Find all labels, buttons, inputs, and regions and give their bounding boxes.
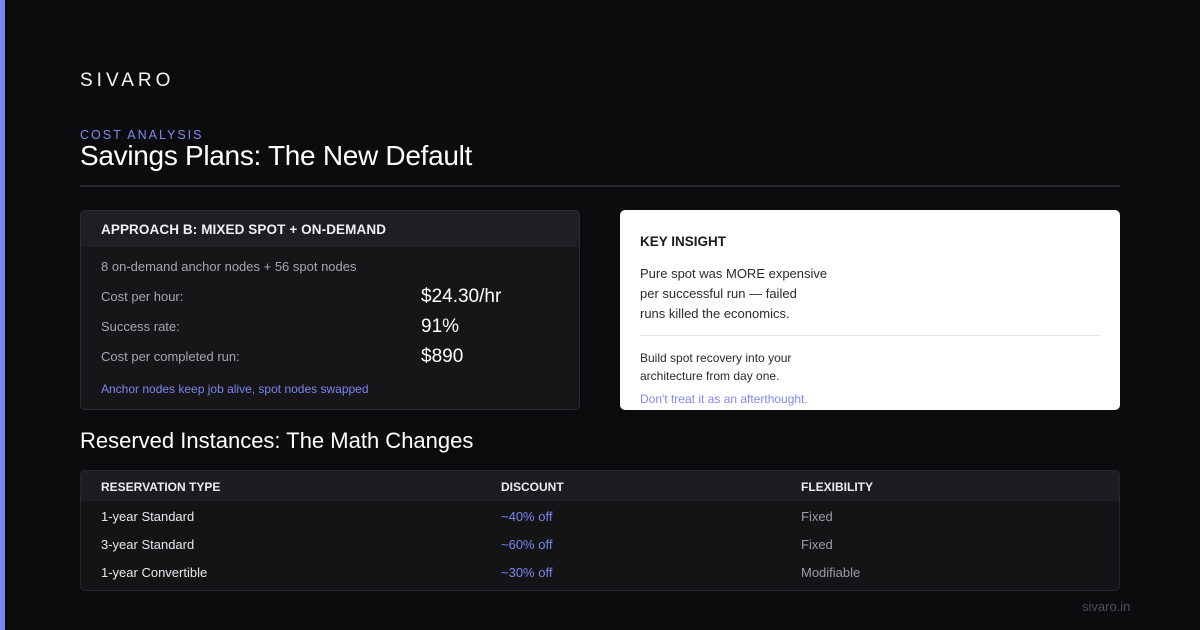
title-divider (80, 185, 1120, 187)
brand-logo: SIVARO (80, 70, 175, 91)
insight-recommendation: Build spot recovery into your architectu… (640, 349, 840, 385)
page-title: Savings Plans: The New Default (80, 140, 473, 171)
cell-flexibility: Fixed (801, 537, 833, 552)
insight-title: KEY INSIGHT (640, 234, 727, 249)
metric-label: Cost per hour: (101, 289, 184, 304)
column-header-discount: DISCOUNT (501, 480, 564, 494)
insight-body-line: Pure spot was MORE expensive (640, 266, 828, 281)
cell-reservation-type: 1-year Standard (101, 509, 195, 524)
metric-value: $890 (421, 346, 464, 367)
insight-body-line: per successful run — failed (640, 286, 797, 301)
insight-body-line: runs killed the economics. (640, 306, 790, 321)
table-row: 3-year Standard ~60% off Fixed (81, 529, 1119, 557)
metric-label: Cost per completed run: (101, 349, 240, 364)
column-header-flexibility: FLEXIBILITY (801, 480, 873, 494)
key-insight-card: KEY INSIGHT Pure spot was MORE expensive… (620, 210, 1120, 410)
metric-value: $24.30/hr (421, 286, 502, 307)
footer-url: sivaro.in (1082, 599, 1131, 614)
insight-recommendation-line: architecture from day one. (640, 369, 780, 383)
cell-discount: ~30% off (501, 565, 553, 580)
cell-flexibility: Modifiable (801, 565, 861, 580)
column-header-type: RESERVATION TYPE (101, 480, 221, 494)
cell-flexibility: Fixed (801, 509, 833, 524)
approach-card-subtitle: 8 on-demand anchor nodes + 56 spot nodes (101, 259, 357, 274)
reserved-instances-table: RESERVATION TYPE DISCOUNT FLEXIBILITY 1-… (80, 470, 1120, 591)
table-row: 1-year Standard ~40% off Fixed (81, 501, 1119, 529)
insight-divider (640, 335, 1100, 336)
insight-body: Pure spot was MORE expensive per success… (640, 264, 840, 324)
table-header: RESERVATION TYPE DISCOUNT FLEXIBILITY (81, 471, 1119, 501)
table-row: 1-year Convertible ~30% off Modifiable (81, 557, 1119, 585)
approach-card-header: APPROACH B: MIXED SPOT + ON-DEMAND (81, 211, 579, 247)
cell-discount: ~60% off (501, 537, 553, 552)
insight-recommendation-line: Build spot recovery into your (640, 351, 792, 365)
cell-reservation-type: 3-year Standard (101, 537, 195, 552)
approach-card-note: Anchor nodes keep job alive, spot nodes … (101, 382, 369, 396)
insight-note: Don't treat it as an afterthought. (640, 392, 808, 406)
metric-value: 91% (421, 316, 460, 337)
reserved-section-title: Reserved Instances: The Math Changes (80, 428, 474, 453)
cell-discount: ~40% off (501, 509, 553, 524)
accent-bar (0, 0, 5, 630)
metric-label: Success rate: (101, 319, 180, 334)
cell-reservation-type: 1-year Convertible (101, 565, 208, 580)
approach-card: APPROACH B: MIXED SPOT + ON-DEMAND 8 on-… (80, 210, 580, 410)
